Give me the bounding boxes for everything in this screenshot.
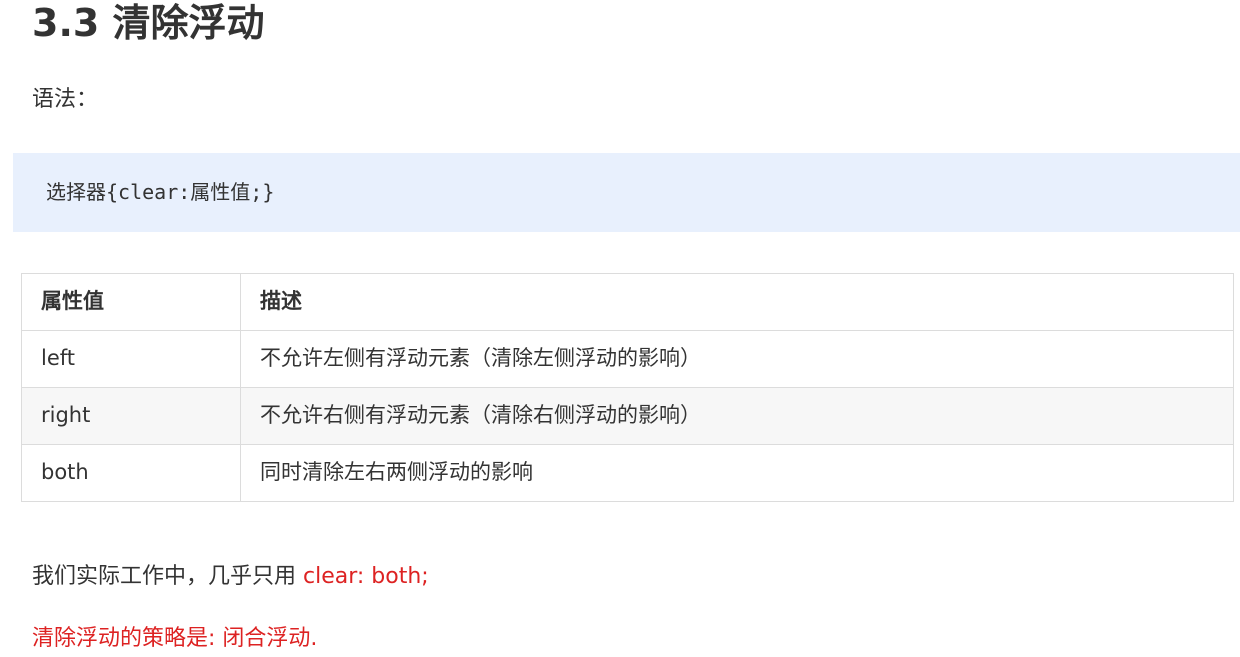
page-title: 3.3 清除浮动 — [32, 1, 265, 45]
table-row: right 不允许右侧有浮动元素（清除右侧浮动的影响） — [21, 387, 1234, 445]
header-value: 属性值 — [21, 273, 241, 331]
practice-note-text: 我们实际工作中，几乎只用 — [32, 564, 303, 589]
header-description: 描述 — [240, 273, 1234, 331]
cell-value: right — [21, 387, 241, 445]
syntax-label: 语法： — [32, 87, 99, 112]
cell-description: 不允许左侧有浮动元素（清除左侧浮动的影响） — [240, 330, 1234, 388]
cell-value: left — [21, 330, 241, 388]
cell-value: both — [21, 444, 241, 502]
code-block: 选择器{clear:属性值;} — [13, 153, 1240, 232]
table-header-row: 属性值 描述 — [21, 273, 1234, 331]
code-text: 选择器{clear:属性值;} — [46, 180, 275, 204]
practice-note: 我们实际工作中，几乎只用 clear: both; — [32, 562, 429, 592]
practice-note-highlight: clear: both; — [303, 564, 429, 589]
strategy-note: 清除浮动的策略是: 闭合浮动. — [32, 626, 318, 651]
table-row: both 同时清除左右两侧浮动的影响 — [21, 444, 1234, 502]
cell-description: 同时清除左右两侧浮动的影响 — [240, 444, 1234, 502]
cell-description: 不允许右侧有浮动元素（清除右侧浮动的影响） — [240, 387, 1234, 445]
table-row: left 不允许左侧有浮动元素（清除左侧浮动的影响） — [21, 330, 1234, 388]
clear-property-table: 属性值 描述 left 不允许左侧有浮动元素（清除左侧浮动的影响） right … — [21, 273, 1234, 502]
